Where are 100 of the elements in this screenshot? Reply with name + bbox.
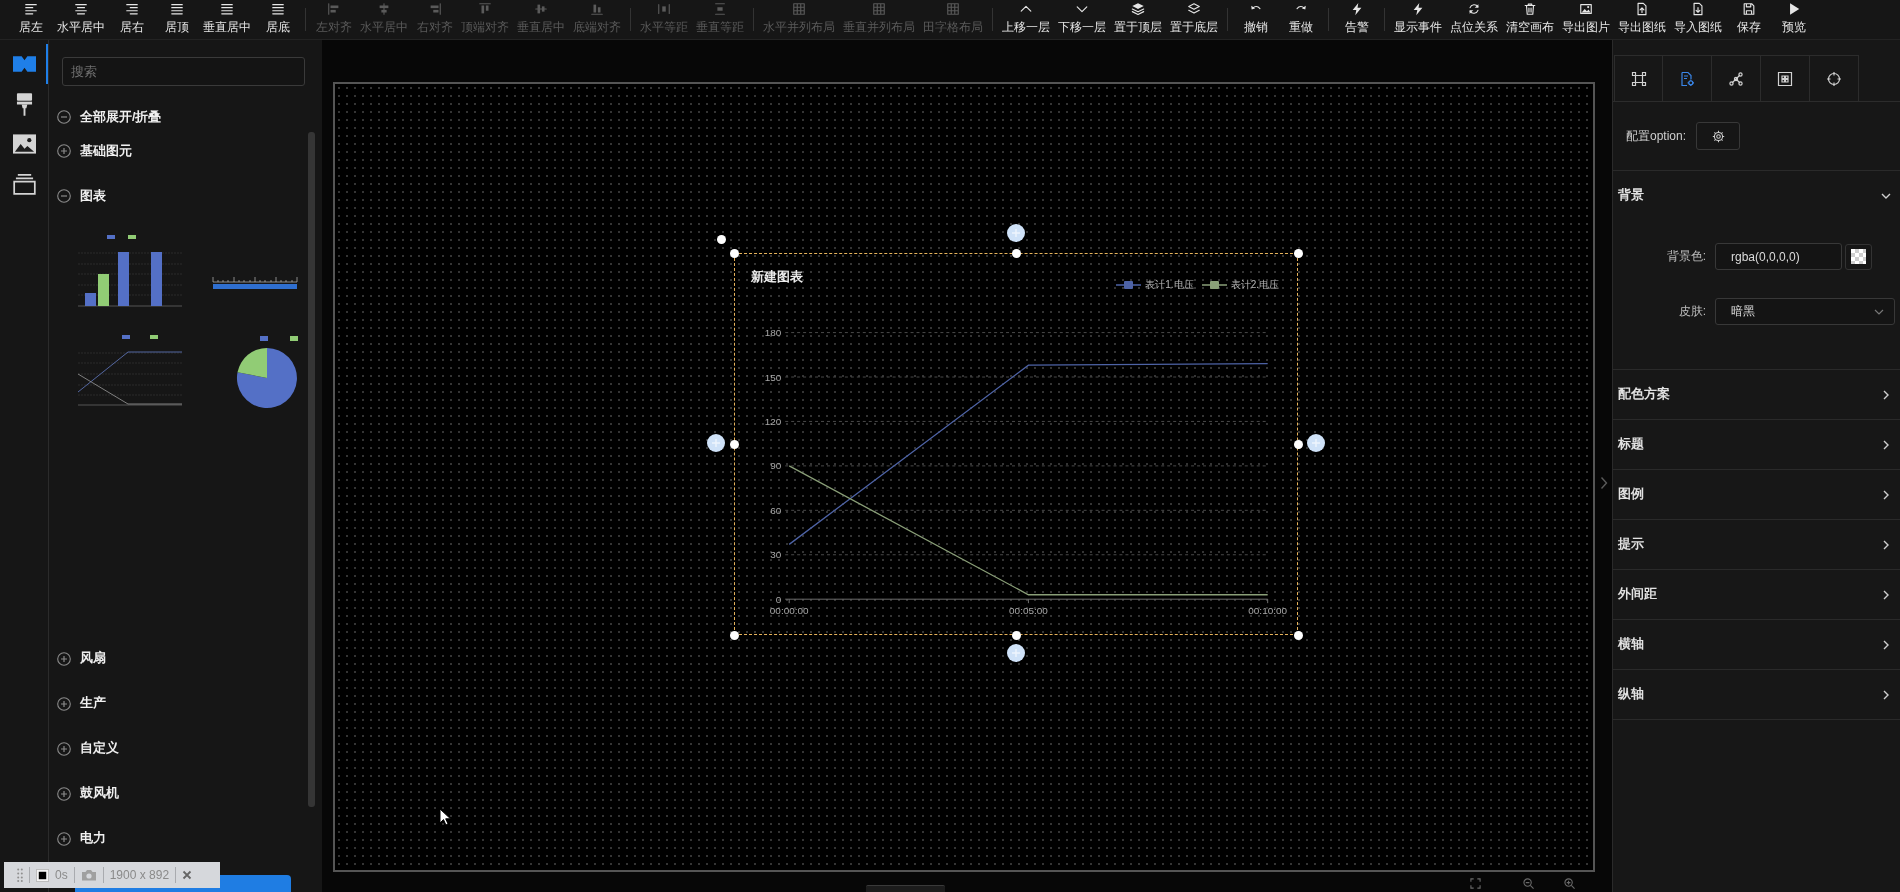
layers-icon [1187, 2, 1201, 16]
image-icon [12, 134, 36, 154]
field-label: 背景色: [1665, 248, 1706, 265]
toolbar-button[interactable]: 重做 [1278, 0, 1323, 39]
legend-marker-icon[interactable] [1116, 279, 1142, 290]
paint-roller-icon [15, 92, 33, 116]
skin-select[interactable]: 暗黑 [1715, 298, 1895, 325]
toolbar-button[interactable]: 清空画布 [1502, 0, 1558, 39]
toolbar-button[interactable]: 下移一层 [1054, 0, 1110, 39]
search-field[interactable]: 搜索 [62, 57, 305, 86]
align-center-icon [74, 2, 88, 16]
resize-handle[interactable] [1293, 630, 1303, 640]
panel-tab[interactable] [1614, 55, 1663, 101]
layers-icon [1131, 2, 1145, 16]
scrollbar-thumb[interactable] [866, 885, 945, 892]
resize-handle[interactable] [1011, 248, 1021, 258]
chevron-right-icon[interactable] [1600, 476, 1608, 490]
toolbar-button[interactable]: 置于顶层 [1110, 0, 1166, 39]
toolbar-button[interactable]: 预览 [1771, 0, 1816, 39]
category-toggle[interactable]: 自定义 [49, 726, 306, 771]
category-toggle[interactable]: 基础图元 [49, 134, 306, 168]
toolbar-button[interactable]: 置于底层 [1166, 0, 1222, 39]
trash-icon [1523, 2, 1537, 16]
anchor-handle[interactable] [707, 434, 725, 452]
panel-tab[interactable] [1712, 55, 1761, 101]
fullscreen-icon[interactable] [1470, 878, 1481, 889]
legend-label[interactable]: 表计2.电压 [1230, 278, 1279, 291]
resize-handle[interactable] [1293, 248, 1303, 258]
align-left-icon [326, 2, 341, 16]
rotate-handle[interactable] [716, 234, 726, 244]
chart-widget[interactable]: 0 30 60 90 120 150 180 00:00:00 00:05:00 00:10:00 新建图表 表计1.电压 表计2.电压 [734, 253, 1298, 635]
toolbar-button[interactable]: 居右 [109, 0, 154, 39]
stop-icon[interactable] [36, 868, 49, 882]
section-header[interactable]: 背景 [1613, 171, 1900, 220]
toolbar-button[interactable]: 居顶 [154, 0, 199, 39]
image-icon [1579, 2, 1593, 16]
section-header[interactable]: 图例 [1613, 470, 1900, 519]
toolbar-button[interactable]: 点位关系 [1446, 0, 1502, 39]
color-value-field[interactable]: rgba(0,0,0,0) [1715, 243, 1842, 270]
panel-tab[interactable] [1761, 55, 1810, 101]
toolbar-button[interactable]: 居左 [8, 0, 53, 39]
align-bottom-icon [590, 2, 604, 16]
section-header[interactable]: 提示 [1613, 520, 1900, 569]
toolbar-button[interactable]: 居底 [255, 0, 300, 39]
settings-button[interactable] [1696, 122, 1741, 150]
close-icon[interactable] [182, 870, 193, 880]
toolbar-button[interactable]: 水平居中 [53, 0, 109, 39]
category-toggle[interactable]: 风扇 [49, 636, 306, 681]
zoom-out-icon[interactable] [1523, 878, 1534, 889]
grid-icon [872, 2, 886, 16]
toolbar-button[interactable]: 上移一层 [998, 0, 1054, 39]
drag-handle-icon[interactable] [17, 868, 23, 882]
category-toggle[interactable]: 鼓风机 [49, 771, 306, 816]
section-header[interactable]: 外间距 [1613, 570, 1900, 619]
x-axis-label: 00:00:00 [769, 605, 809, 617]
screen-size: 1900 x 892 [109, 868, 170, 882]
toolbar-button[interactable]: 显示事件 [1390, 0, 1446, 39]
toolbar-button[interactable]: 撤销 [1233, 0, 1278, 39]
distribute-horizontal-icon [657, 2, 671, 16]
section-header[interactable]: 纵轴 [1613, 670, 1900, 719]
panel-tab[interactable] [1810, 55, 1859, 101]
toolbar-button[interactable]: 导出图片 [1558, 0, 1614, 39]
lines-icon [220, 2, 234, 16]
grid-icon [792, 2, 806, 16]
toolbar-button[interactable]: 导入图纸 [1670, 0, 1726, 39]
lightning-icon [1411, 2, 1425, 16]
chart-bar [85, 293, 96, 306]
category-toggle[interactable]: 全部展开/折叠 [49, 100, 306, 134]
legend-swatch-icon [122, 335, 130, 339]
anchor-handle[interactable] [1007, 644, 1025, 662]
resize-handle[interactable] [1293, 439, 1303, 449]
settings-icon [1711, 129, 1725, 143]
resize-handle[interactable] [1011, 630, 1021, 640]
resize-handle[interactable] [729, 439, 739, 449]
legend-swatch-icon [107, 235, 115, 239]
anchor-handle[interactable] [1307, 434, 1325, 452]
toolbar-button[interactable]: 导出图纸 [1614, 0, 1670, 39]
resize-handle[interactable] [729, 630, 739, 640]
toolbar-button[interactable]: 告警 [1334, 0, 1379, 39]
legend-marker-icon[interactable] [1201, 279, 1227, 290]
toolbar-button[interactable]: 保存 [1726, 0, 1771, 39]
scrollbar-thumb[interactable] [308, 132, 315, 807]
category-toggle[interactable]: 图表 [49, 179, 306, 213]
anchor-handle[interactable] [1007, 224, 1025, 242]
zoom-in-icon[interactable] [1564, 878, 1575, 889]
legend-swatch-icon [290, 336, 298, 341]
document-arrow-down-icon [1691, 2, 1705, 16]
legend-swatch-icon [260, 336, 268, 341]
align-right-icon [124, 2, 139, 16]
resize-handle[interactable] [729, 248, 739, 258]
section-header[interactable]: 横轴 [1613, 620, 1900, 669]
category-toggle[interactable]: 电力 [49, 816, 306, 861]
section-header[interactable]: 标题 [1613, 420, 1900, 469]
color-picker-button[interactable] [1845, 243, 1872, 270]
toolbar-button[interactable]: 垂直居中 [199, 0, 255, 39]
chart-bar [118, 252, 129, 306]
category-toggle[interactable]: 生产 [49, 681, 306, 726]
legend-label[interactable]: 表计1.电压 [1145, 278, 1194, 291]
section-header[interactable]: 配色方案 [1613, 370, 1900, 419]
elapsed-time: 0s [55, 868, 68, 882]
